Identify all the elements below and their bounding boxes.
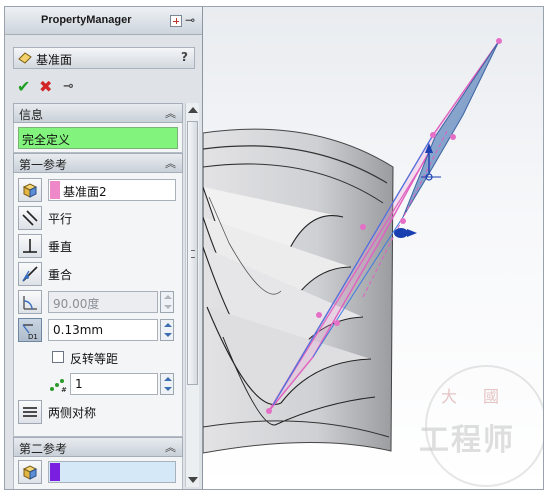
instance-count-spinner[interactable] (160, 373, 174, 395)
cube-icon (22, 465, 38, 480)
status-text: 完全定义 (22, 133, 71, 147)
collapse-chevron-icon[interactable]: ︽ (165, 439, 176, 455)
panel-scrollbar[interactable] (185, 103, 199, 487)
collapse-chevron-icon[interactable]: ︽ (165, 105, 176, 121)
second-selection-icon (18, 460, 42, 484)
perpendicular-icon (23, 239, 37, 253)
angle-spinner[interactable] (160, 291, 174, 313)
angle-row: 90.00度 (14, 289, 182, 315)
selection-value: 基准面2 (63, 185, 107, 199)
parallel-button[interactable] (18, 206, 42, 230)
reference-selection-row: 基准面2 (14, 177, 182, 203)
info-group-header[interactable]: 信息 ︽ (13, 103, 183, 123)
second-reference-body (13, 457, 183, 489)
offset-distance-icon: D1 (22, 324, 38, 341)
keep-visible-pin-icon[interactable]: ⊸ (63, 79, 74, 94)
status-message: 完全定义 (18, 127, 178, 149)
angle-value: 90.00度 (53, 297, 100, 311)
instance-count-value: 1 (75, 377, 83, 391)
coincident-icon (22, 266, 38, 282)
feature-name: 基准面 (36, 53, 73, 67)
midplane-row[interactable]: 两侧对称 (14, 399, 182, 425)
parallel-row[interactable]: 平行 (14, 205, 182, 231)
distance-input[interactable]: 0.13mm (48, 319, 158, 341)
cancel-button[interactable]: ✖ (39, 77, 52, 96)
second-reference-title: 第二参考 (19, 442, 68, 456)
perpendicular-label: 垂直 (48, 240, 73, 254)
svg-text:D1: D1 (28, 333, 38, 341)
scroll-down-icon[interactable] (188, 477, 198, 483)
angle-icon (23, 296, 37, 310)
offset-distance-button[interactable]: D1 (18, 318, 42, 342)
second-reference-header[interactable]: 第二参考 ︽ (13, 437, 183, 457)
reference-selection-box[interactable]: 基准面2 (48, 179, 176, 201)
instance-count-input[interactable]: 1 (70, 373, 158, 395)
distance-row: D1 0.13mm (14, 317, 182, 343)
watermark-top-text: 大國 (441, 387, 526, 406)
help-button[interactable]: ? (181, 50, 188, 64)
second-reference-group: 第二参考 ︽ (13, 437, 183, 489)
first-reference-group: 第一参考 ︽ 基准面2 平行 垂直 重合 90.00度 D1 0.13mm 反转… (13, 153, 183, 437)
watermark-main-text: 工程师 (419, 423, 515, 458)
distance-value: 0.13mm (53, 323, 104, 337)
second-selection-row (14, 459, 182, 485)
first-reference-header[interactable]: 第一参考 ︽ (13, 153, 183, 173)
instance-count-icon: # (50, 379, 67, 393)
property-manager-title: PropertyManager (41, 14, 132, 26)
info-group-title: 信息 (19, 108, 44, 122)
selection-color-swatch (50, 463, 60, 481)
first-reference-title: 第一参考 (19, 158, 68, 172)
midplane-label: 两侧对称 (48, 406, 97, 420)
info-group: 信息 ︽ 完全定义 (13, 103, 183, 153)
angle-button[interactable] (18, 290, 42, 314)
parallel-icon (22, 210, 38, 226)
reference-selection-icon (18, 178, 42, 202)
svg-text:#: # (61, 386, 67, 393)
flip-offset-checkbox[interactable] (52, 351, 64, 363)
ok-button[interactable]: ✔ (17, 77, 30, 96)
plane-icon (18, 52, 32, 64)
first-reference-body: 基准面2 平行 垂直 重合 90.00度 D1 0.13mm 反转等距 # 1 … (13, 173, 183, 437)
angle-input[interactable]: 90.00度 (48, 291, 158, 313)
coincident-label: 重合 (48, 268, 73, 282)
collapse-chevron-icon[interactable]: ︽ (165, 155, 176, 171)
info-group-body: 完全定义 (13, 123, 183, 153)
property-manager-header: PropertyManager ⊸ (5, 7, 202, 35)
parallel-label: 平行 (48, 212, 73, 226)
midplane-icon (23, 407, 37, 417)
midplane-button[interactable] (18, 400, 42, 424)
distance-spinner[interactable] (160, 319, 174, 341)
selection-color-swatch (50, 181, 60, 199)
flip-offset-row[interactable]: 反转等距 (14, 345, 182, 371)
expand-icon[interactable] (170, 15, 182, 27)
perpendicular-row[interactable]: 垂直 (14, 233, 182, 259)
solidworks-window: PropertyManager ⊸ 基准面 ? ✔ ✖ ⊸ 信息 ︽ 完全定义 (4, 6, 544, 490)
cube-icon (22, 183, 38, 198)
coincident-button[interactable] (18, 262, 42, 286)
second-selection-box[interactable] (48, 461, 176, 483)
feature-header: 基准面 ? (13, 47, 195, 69)
perpendicular-button[interactable] (18, 234, 42, 258)
pin-icon[interactable]: ⊸ (185, 13, 195, 27)
part-body[interactable] (203, 128, 394, 454)
scroll-thumb[interactable] (187, 121, 198, 385)
flip-offset-label: 反转等距 (70, 352, 119, 366)
coincident-row[interactable]: 重合 (14, 261, 182, 287)
instance-count-row: # 1 (14, 371, 182, 397)
graphics-viewport[interactable]: 大國 工程师 (203, 7, 543, 489)
scroll-up-icon[interactable] (188, 107, 198, 113)
property-manager-panel: PropertyManager ⊸ 基准面 ? ✔ ✖ ⊸ 信息 ︽ 完全定义 (5, 7, 203, 489)
